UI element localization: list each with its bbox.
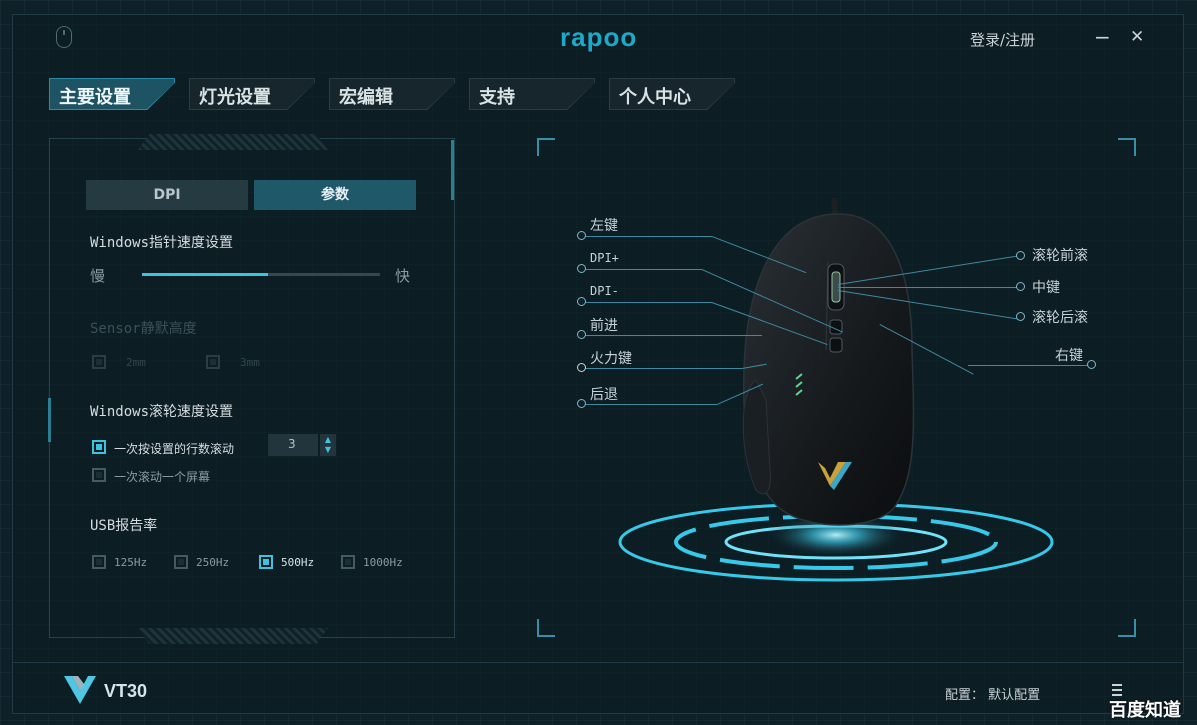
- pointer-speed-fill: [142, 273, 268, 276]
- leader-line: [968, 365, 1090, 366]
- scroll-lines-radio[interactable]: [92, 440, 106, 454]
- view-corner: [1118, 619, 1136, 637]
- scroll-screen-radio[interactable]: [92, 468, 106, 482]
- usb-125hz-radio[interactable]: [92, 555, 106, 569]
- model-name: VT30: [104, 681, 148, 701]
- close-button[interactable]: ✕: [1130, 27, 1144, 47]
- view-corner: [537, 138, 555, 156]
- vt-logo-icon: [64, 676, 96, 704]
- login-register-link[interactable]: 登录/注册: [970, 29, 1035, 50]
- segment-dpi[interactable]: DPI: [86, 180, 248, 210]
- hotspot-dpi-up[interactable]: [577, 264, 586, 273]
- hotspot-right-button[interactable]: [1087, 360, 1096, 369]
- usb-250hz-radio[interactable]: [174, 555, 188, 569]
- scroll-lines-stepper[interactable]: ▲ ▼: [320, 434, 336, 456]
- usb-500hz-radio[interactable]: [259, 555, 273, 569]
- hotspot-scroll-up[interactable]: [1016, 251, 1025, 260]
- leader-line: [582, 236, 712, 237]
- usb-1000hz-radio[interactable]: [341, 555, 355, 569]
- config-value: 默认配置: [988, 688, 1041, 703]
- slider-fast-label: 快: [395, 267, 411, 285]
- leader-line: [582, 335, 762, 336]
- hotspot-label-forward[interactable]: 前进: [590, 315, 618, 335]
- usb-125hz-label: 125Hz: [114, 556, 148, 569]
- hotspot-back[interactable]: [577, 399, 586, 408]
- minimize-button[interactable]: −: [1094, 27, 1111, 47]
- usb-500hz-label: 500Hz: [281, 556, 315, 569]
- leader-line: [582, 368, 742, 369]
- hotspot-label-left-button[interactable]: 左键: [590, 215, 618, 235]
- usb-1000hz-label: 1000Hz: [363, 556, 403, 569]
- segment-params[interactable]: 参数: [254, 180, 416, 210]
- sensor-height-title: Sensor静默高度: [90, 321, 197, 337]
- hotspot-forward[interactable]: [577, 330, 586, 339]
- leader-line: [838, 287, 1020, 288]
- leader-line: [582, 404, 717, 405]
- bottom-divider: [12, 662, 1184, 663]
- pointer-speed-title: Windows指针速度设置: [90, 235, 234, 251]
- arrow-down-icon[interactable]: ▼: [320, 445, 336, 455]
- panel-scrollbar[interactable]: [451, 140, 454, 200]
- title-bar: rapoo 登录/注册 − ✕: [0, 0, 1197, 62]
- scroll-lines-label: 一次按设置的行数滚动: [114, 442, 235, 456]
- slider-slow-label: 慢: [90, 267, 106, 285]
- panel-accent: [48, 398, 51, 442]
- panel-decoration: [138, 134, 328, 150]
- sensor-2mm-label: 2mm: [126, 356, 146, 369]
- sensor-2mm-radio[interactable]: [92, 355, 106, 369]
- leader-line: [582, 269, 702, 270]
- hotspot-label-scroll-up[interactable]: 滚轮前滚: [1032, 245, 1088, 265]
- hotspot-middle-button[interactable]: [1016, 282, 1025, 291]
- hotspot-scroll-down[interactable]: [1016, 312, 1025, 321]
- hotspot-label-back[interactable]: 后退: [590, 384, 618, 404]
- config-label: 配置：: [945, 688, 985, 703]
- hotspot-label-scroll-down[interactable]: 滚轮后滚: [1032, 307, 1088, 327]
- hotspot-dpi-down[interactable]: [577, 297, 586, 306]
- usb-250hz-label: 250Hz: [196, 556, 230, 569]
- leader-line: [582, 302, 712, 303]
- panel-decoration: [138, 628, 328, 644]
- hotspot-label-middle[interactable]: 中键: [1032, 277, 1060, 297]
- usb-rate-title: USB报告率: [90, 518, 158, 534]
- hotspot-fire-key[interactable]: [577, 363, 586, 372]
- watermark: 百度知道: [1109, 700, 1181, 721]
- mouse-icon: [56, 26, 72, 48]
- scroll-lines-input[interactable]: 3: [268, 434, 318, 456]
- view-corner: [537, 619, 555, 637]
- dpi-down-key: [829, 337, 843, 353]
- hotspot-left-button[interactable]: [577, 231, 586, 240]
- profile-config[interactable]: 配置： 默认配置: [945, 684, 1040, 703]
- brand-logo: rapoo: [560, 22, 638, 52]
- hotspot-label-dpi-up[interactable]: DPI+: [590, 251, 619, 265]
- sensor-3mm-radio[interactable]: [206, 355, 220, 369]
- scroll-screen-label: 一次滚动一个屏幕: [114, 470, 211, 484]
- hotspot-label-dpi-down[interactable]: DPI-: [590, 284, 619, 298]
- hotspot-label-right-button[interactable]: 右键: [1055, 345, 1083, 365]
- view-corner: [1118, 138, 1136, 156]
- scroll-speed-title: Windows滚轮速度设置: [90, 404, 234, 420]
- hotspot-label-fire[interactable]: 火力键: [590, 348, 632, 368]
- sensor-3mm-label: 3mm: [240, 356, 260, 369]
- arrow-up-icon[interactable]: ▲: [320, 435, 336, 445]
